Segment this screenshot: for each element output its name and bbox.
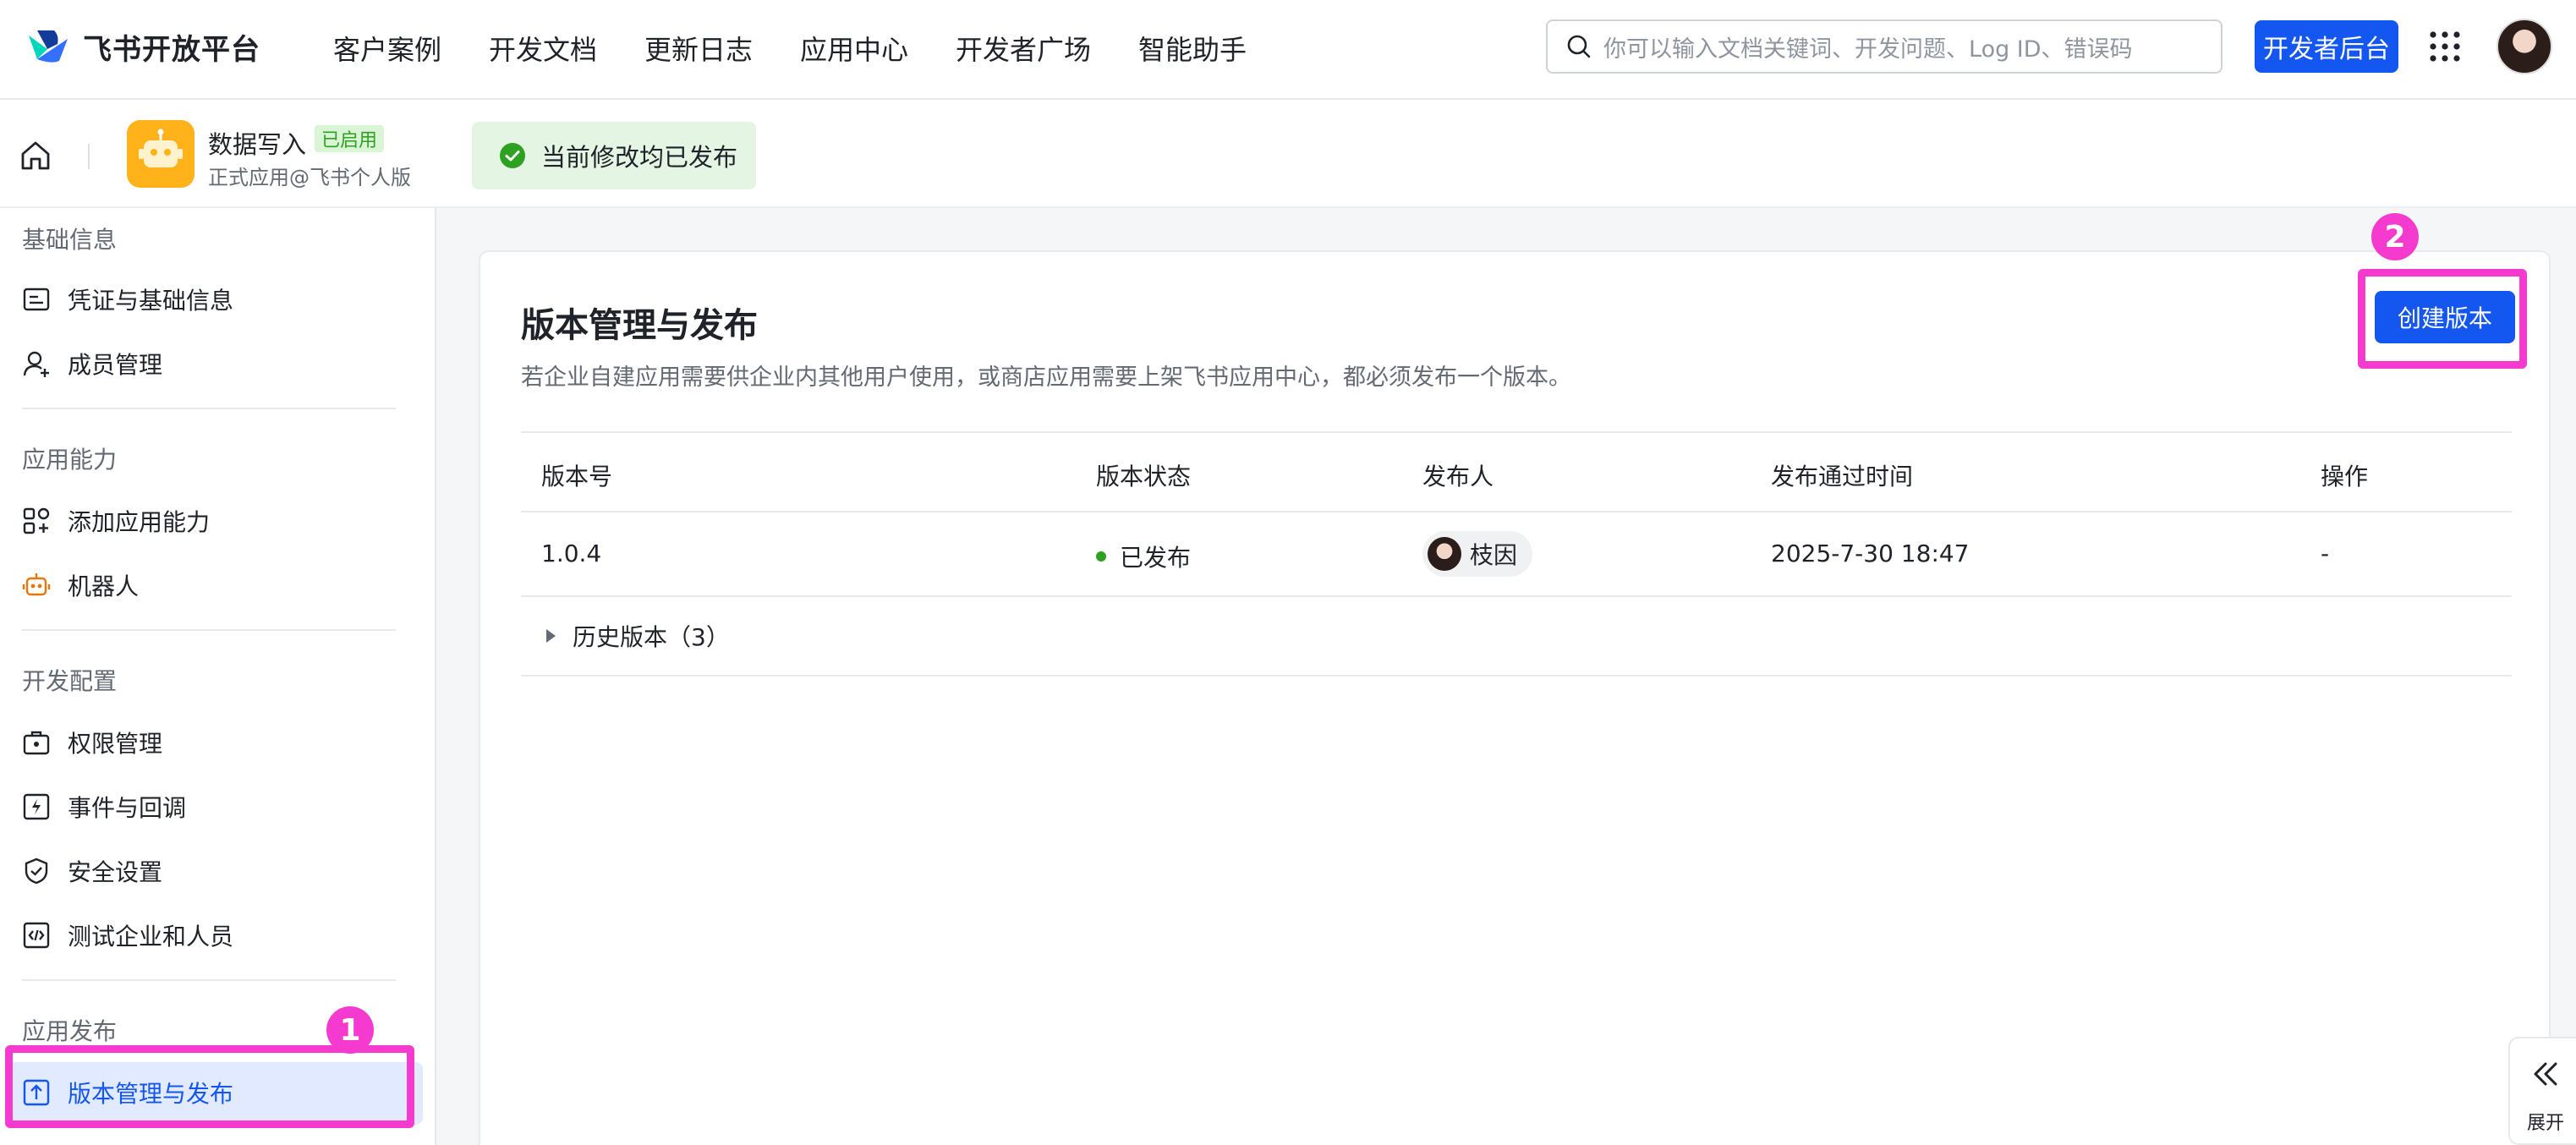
page-title: 版本管理与发布 [521,306,758,345]
publish-time: 2025-7-30 18:47 [1771,540,1970,567]
status-label: 已发布 [1120,544,1192,572]
publisher-avatar [1428,537,1461,571]
publish-status-notice: 当前修改均已发布 [472,122,756,189]
sidebar-item-label: 添加应用能力 [68,508,211,536]
app-grid-icon[interactable] [2429,30,2461,63]
sidebar-divider [22,979,396,981]
sidebar-item-label: 机器人 [68,572,140,600]
user-avatar[interactable] [2497,19,2552,74]
history-versions-toggle[interactable]: 历史版本（3） [521,597,2512,677]
home-icon[interactable] [19,139,52,173]
app-status-badge: 已启用 [315,125,385,152]
sidebar-item-bot[interactable]: 机器人 [22,562,139,609]
version-management-card: 版本管理与发布 若企业自建应用需要供企业内其他用户使用，或商店应用需要上架飞书应… [479,250,2551,1145]
status-dot-icon [1096,551,1106,562]
expand-label: 展开 [2527,1113,2565,1134]
version-status: 已发布 [1096,540,1191,573]
header-divider [88,144,90,169]
publish-status-text: 当前修改均已发布 [541,143,738,172]
app-header: 数据写入 已启用 正式应用@飞书个人版 当前修改均已发布 [0,100,2576,208]
id-card-icon [23,288,50,311]
highlight-box-2 [2358,269,2527,369]
nav-item-assistant[interactable]: 智能助手 [1138,29,1247,68]
sidebar-group-release: 应用发布 [22,1017,118,1045]
sidebar-item-members[interactable]: 成员管理 [22,340,162,387]
event-callback-icon [23,793,50,820]
column-header-version: 版本号 [541,463,613,490]
step-badge-1: 1 [326,1006,374,1054]
code-box-icon [23,922,50,949]
robot-icon [22,573,51,596]
table-row: 1.0.4 已发布 枝因 2025-7-30 18:47 - [521,512,2512,597]
history-versions-label: 历史版本（3） [573,623,730,651]
column-header-publisher: 发布人 [1422,463,1494,490]
sidebar-item-label: 成员管理 [68,351,163,379]
search-icon [1567,35,1591,58]
expand-panel-tab[interactable]: 展开 [2508,1037,2576,1145]
column-header-action: 操作 [2321,463,2369,490]
sidebar-item-security[interactable]: 安全设置 [22,847,162,895]
sidebar-item-events[interactable]: 事件与回调 [22,783,186,830]
sidebar-item-credentials[interactable]: 凭证与基础信息 [22,276,233,323]
sidebar-divider [22,408,396,409]
step-badge-2: 2 [2371,213,2419,260]
nav-item-cases[interactable]: 客户案例 [333,29,441,68]
check-circle-icon [500,143,525,168]
nav-item-dev-square[interactable]: 开发者广场 [956,29,1091,68]
table-header: 版本号 版本状态 发布人 发布通过时间 操作 [521,431,2512,512]
brand[interactable]: 飞书开放平台 [25,25,260,68]
user-add-icon [23,351,49,377]
highlight-box-1 [5,1045,414,1128]
shield-check-icon [25,857,48,885]
sidebar-item-label: 权限管理 [68,730,163,758]
sidebar-divider [22,629,396,631]
apps-add-icon [23,507,50,534]
sidebar-item-label: 测试企业和人员 [68,923,234,951]
sidebar-group-capabilities: 应用能力 [22,446,118,474]
feishu-logo-icon [29,30,68,63]
brand-name: 飞书开放平台 [83,32,260,67]
page-description: 若企业自建应用需要供企业内其他用户使用，或商店应用需要上架飞书应用中心，都必须发… [521,364,1571,391]
briefcase-lock-icon [23,731,50,755]
developer-console-button[interactable]: 开发者后台 [2255,20,2398,73]
sidebar-item-label: 事件与回调 [68,794,187,822]
double-chevron-left-icon [2534,1062,2557,1086]
sidebar-item-label: 安全设置 [68,858,163,886]
sidebar-item-label: 凭证与基础信息 [68,287,234,315]
nav-item-app-center[interactable]: 应用中心 [800,29,908,68]
version-number: 1.0.4 [541,540,602,567]
column-header-status: 版本状态 [1096,463,1192,490]
expand-caret-icon [546,629,556,643]
publisher-chip[interactable]: 枝因 [1422,531,1533,577]
search-placeholder: 你可以输入文档关键词、开发问题、Log ID、错误码 [1603,36,2133,63]
sidebar-group-dev-config: 开发配置 [22,667,118,695]
nav-item-changelog[interactable]: 更新日志 [644,29,753,68]
column-header-time: 发布通过时间 [1771,463,1914,490]
search-input[interactable]: 你可以输入文档关键词、开发问题、Log ID、错误码 [1546,19,2222,74]
nav-item-docs[interactable]: 开发文档 [489,29,597,68]
sidebar-item-permissions[interactable]: 权限管理 [22,719,162,766]
sidebar-item-test-tenants[interactable]: 测试企业和人员 [22,912,233,959]
sidebar-item-add-capability[interactable]: 添加应用能力 [22,497,210,545]
app-subtitle: 正式应用@飞书个人版 [208,166,411,189]
sidebar-group-basic: 基础信息 [22,226,118,254]
sidebar: 基础信息 凭证与基础信息 成员管理 应用能力 添加应用能力 机器人 开发配置 权… [0,208,436,1145]
row-action: - [2321,540,2330,567]
publisher-name: 枝因 [1470,541,1518,569]
robot-app-icon [127,120,195,188]
app-name: 数据写入 [208,130,307,159]
top-navigation: 飞书开放平台 客户案例 开发文档 更新日志 应用中心 开发者广场 智能助手 你可… [0,0,2576,100]
